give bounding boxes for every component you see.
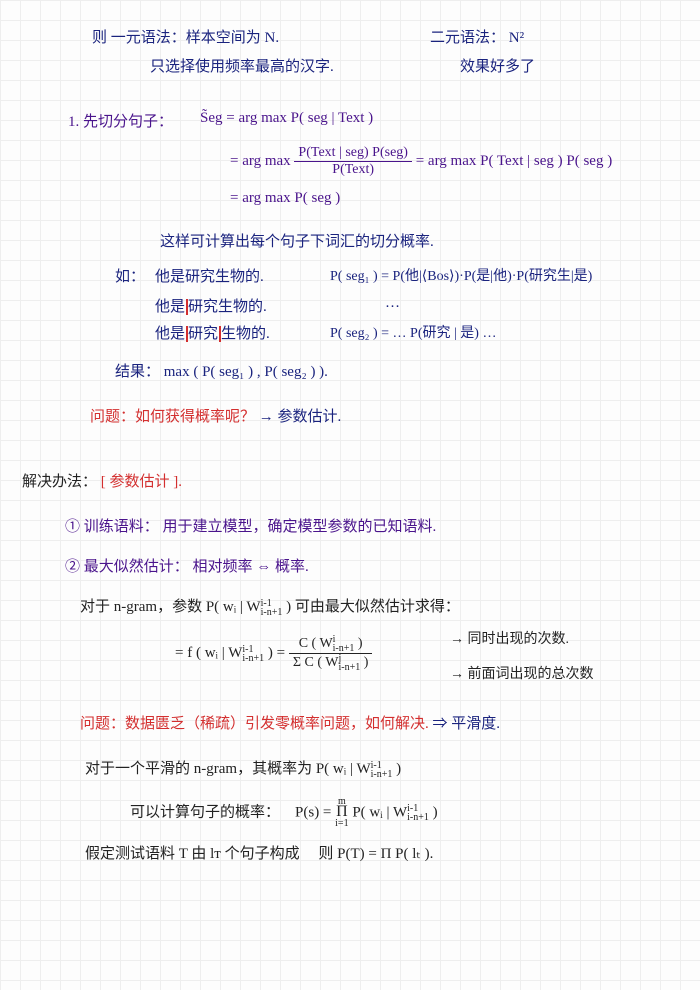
- math-var: W: [246, 599, 260, 615]
- seg-part: 他是: [155, 326, 185, 342]
- math-text: ): [392, 761, 401, 777]
- seg-symbol: S̃eg: [200, 110, 223, 126]
- math-text: ): [360, 655, 368, 670]
- math-text: = arg max P( Text | seg ) P( seg ): [416, 153, 613, 169]
- math-text: C (: [299, 636, 320, 651]
- fraction-num: P(Text | seg) P(seg): [294, 145, 412, 162]
- math-text: = arg max: [230, 153, 294, 169]
- question-text: 问题：如何获得概率呢？: [90, 409, 255, 425]
- stack-idx: i-1i-n+1: [407, 804, 429, 822]
- idx-bot: i=1: [335, 818, 348, 829]
- math-text: Σ C (: [293, 655, 325, 670]
- heading-text: 解决办法：: [22, 474, 97, 490]
- idx-bot: i-n+1: [407, 812, 429, 823]
- math-line: = arg max P( seg ): [230, 190, 340, 207]
- note-line: 这样可计算出每个句子下词汇的切分概率.: [160, 230, 434, 251]
- fraction: C ( Wii-n+1 ) Σ C ( Wji-n+1 ): [289, 635, 373, 672]
- example-seg: 他是研究生物的.: [155, 295, 267, 316]
- question-line: 问题：数据匮乏（稀疏）引发零概率问题，如何解决. ⇒ 平滑度.: [80, 712, 500, 733]
- stack-idx: i-1i-n+1: [242, 645, 264, 663]
- example-label: 如：: [115, 265, 145, 286]
- heading-keyword: [ 参数估计 ].: [101, 474, 182, 490]
- math-line: S̃eg = arg max P( seg | Text ): [200, 110, 373, 127]
- seg-part: 生物的.: [221, 326, 270, 342]
- math-var: W: [393, 804, 407, 820]
- answer-text: ⇒ 平滑度.: [433, 716, 501, 732]
- example-prob: P( seg₂ ) = … P(研究 | 是) …: [330, 322, 496, 342]
- math-line: 对于 n-gram，参数 P( wᵢ | Wi-1i-n+1 ) 可由最大似然估…: [80, 595, 460, 617]
- fraction: P(Text | seg) P(seg) P(Text): [294, 145, 412, 178]
- math-text: ): [429, 804, 438, 820]
- math-text: P(s) =: [295, 804, 335, 820]
- math-line: 假定测试语料 T 由 lᴛ 个句子构成 则 P(T) = Π P( lₜ ).: [85, 842, 433, 863]
- math-var: W: [356, 761, 370, 777]
- math-text: 则 P(T) = Π P( lₜ ).: [318, 846, 433, 862]
- question-text: 问题：数据匮乏（稀疏）引发零概率问题，如何解决.: [80, 716, 429, 732]
- idx-bot: i-n+1: [333, 643, 355, 654]
- example-seg: 他是研究生物的.: [155, 322, 270, 343]
- stack-idx: i-1i-n+1: [371, 761, 393, 779]
- math-line: 可以计算句子的概率： P(s) = m Π i=1 P( wᵢ | Wi-1i-…: [130, 797, 438, 829]
- idx-bot: i-n+1: [242, 653, 264, 664]
- math-text: 可以计算句子的概率：: [130, 804, 280, 820]
- seg-part: 研究生物的.: [188, 299, 267, 315]
- fraction-den: Σ C ( Wji-n+1 ): [289, 654, 373, 672]
- note-line: 效果好多了: [460, 55, 535, 76]
- note-line: 只选择使用频率最高的汉字.: [150, 55, 334, 76]
- seg-part: 他是: [155, 299, 185, 315]
- stack-idx: ii-n+1: [333, 635, 355, 653]
- math-text: P( wᵢ |: [352, 804, 393, 820]
- math-text: 对于一个平滑的 n-gram，其概率为 P( wᵢ |: [85, 761, 356, 777]
- math-text: = f ( wᵢ |: [175, 645, 228, 661]
- example-prob: …: [385, 295, 400, 312]
- math-text: ): [354, 636, 362, 651]
- idx-bot: i-n+1: [261, 607, 283, 618]
- annotation: → 前面词出现的总次数: [450, 663, 594, 683]
- question-line: 问题：如何获得概率呢？ → 参数估计.: [90, 405, 341, 426]
- note-line: 二元语法： N²: [430, 26, 524, 47]
- math-var: W: [325, 655, 338, 670]
- math-text: ) =: [264, 645, 289, 661]
- result-line: 结果： max ( P( seg₁ ) , P( seg₂ ) ).: [115, 360, 328, 381]
- note-line: 则 一元语法：样本空间为 N.: [92, 26, 279, 47]
- annotation: → 同时出现的次数.: [450, 628, 569, 648]
- bullet-line: ① 训练语料： 用于建立模型，确定模型参数的已知语料.: [65, 515, 436, 536]
- math-var: W: [319, 636, 332, 651]
- stack-idx: ji-n+1: [338, 654, 360, 672]
- example-seg: 他是研究生物的.: [155, 265, 264, 286]
- fraction-num: C ( Wii-n+1 ): [289, 635, 373, 654]
- example-prob: P( seg₁ ) = P(他|⟨Bos⟩)·P(是|他)·P(研究生|是): [330, 265, 592, 285]
- math-line: = f ( wᵢ | Wi-1i-n+1 ) = C ( Wii-n+1 ) Σ…: [175, 635, 372, 672]
- math-text: ) 可由最大似然估计求得：: [282, 599, 460, 615]
- idx-bot: i-n+1: [371, 769, 393, 780]
- step-label: 1. 先切分句子：: [68, 110, 173, 131]
- product-symbol: m Π i=1: [335, 797, 348, 829]
- section-heading: 解决办法： [ 参数估计 ].: [22, 470, 182, 491]
- idx-bot: i-n+1: [338, 662, 360, 673]
- fraction-den: P(Text): [294, 162, 412, 178]
- math-line: = arg max P(Text | seg) P(seg) P(Text) =…: [230, 145, 612, 178]
- bullet-line: ② 最大似然估计： 相对频率 ⇔ 概率.: [65, 555, 309, 576]
- answer-text: → 参数估计.: [259, 409, 342, 425]
- math-text: 假定测试语料 T 由 lᴛ 个句子构成: [85, 846, 300, 862]
- math-line: 对于一个平滑的 n-gram，其概率为 P( wᵢ | Wi-1i-n+1 ): [85, 757, 401, 779]
- math-var: W: [228, 645, 242, 661]
- math-text: 对于 n-gram，参数 P( wᵢ |: [80, 599, 246, 615]
- stack-idx: i-1i-n+1: [261, 599, 283, 617]
- seg-part: 研究: [188, 326, 218, 342]
- math-text: = arg max P( seg | Text ): [223, 110, 374, 126]
